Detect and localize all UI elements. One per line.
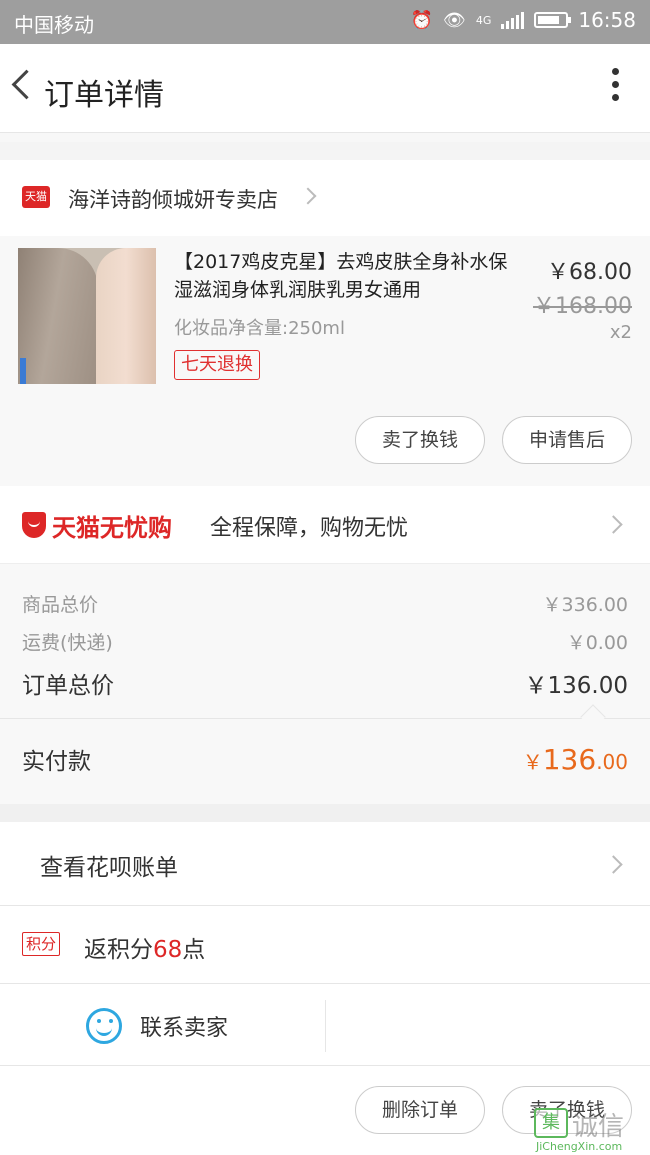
paid-integer: 136 xyxy=(542,743,597,776)
more-options-icon[interactable] xyxy=(608,68,622,108)
clock: 16:58 xyxy=(578,8,636,32)
points-tag: 积分 xyxy=(22,932,61,956)
paid-currency: ￥ xyxy=(522,750,543,774)
chevron-right-icon xyxy=(299,187,317,205)
goods-total-value: ￥336.00 xyxy=(542,594,628,616)
signal-icon xyxy=(501,11,525,29)
store-name: 海洋诗韵倾城妍专卖店 xyxy=(68,188,278,212)
section-divider xyxy=(0,804,650,822)
goods-total-row: 商品总价 ￥336.00 xyxy=(22,590,628,617)
page-title: 订单详情 xyxy=(44,78,164,113)
watermark-url: JiChengXin.com xyxy=(536,1140,623,1153)
product-thumbnail[interactable] xyxy=(18,248,156,384)
guarantee-slogan: 全程保障，购物无忧 xyxy=(210,516,409,541)
divider xyxy=(325,1000,326,1052)
shipping-value: ￥0.00 xyxy=(566,632,628,654)
nav-bar: 订单详情 xyxy=(0,44,650,132)
shield-icon xyxy=(22,512,46,538)
points-row: 积分 返积分68点 xyxy=(0,906,650,984)
contact-seller-button[interactable]: 联系卖家 xyxy=(140,1010,228,1042)
chat-smile-icon[interactable] xyxy=(86,1008,122,1044)
points-value: 68 xyxy=(153,937,183,963)
paid-row: 实付款 ￥136.00 xyxy=(22,742,628,776)
product-name: 【2017鸡皮克星】去鸡皮肤全身补水保湿滋润身体乳润肤乳男女通用 xyxy=(174,251,508,301)
points-suffix: 点 xyxy=(182,937,206,963)
order-total-row: 订单总价 ￥136.00 xyxy=(22,666,628,700)
goods-total-label: 商品总价 xyxy=(22,594,99,616)
guarantee-brand: 天猫无忧购 xyxy=(52,514,172,542)
shipping-label: 运费(快递) xyxy=(22,632,113,654)
sell-for-cash-button[interactable]: 卖了换钱 xyxy=(355,416,485,464)
guarantee-row[interactable]: 天猫无忧购 全程保障，购物无忧 xyxy=(0,486,650,564)
quantity: x2 xyxy=(609,322,632,343)
return-policy-badge: 七天退换 xyxy=(174,350,260,380)
unit-price: ￥68.00 xyxy=(547,260,632,285)
chevron-right-icon xyxy=(604,855,623,874)
order-total-value: ￥136.00 xyxy=(524,673,628,699)
paid-label: 实付款 xyxy=(22,749,91,775)
after-sale-button[interactable]: 申请售后 xyxy=(502,416,632,464)
tmall-logo-icon: 天猫 xyxy=(22,186,50,208)
order-total-label: 订单总价 xyxy=(22,673,114,699)
paid-decimal: .00 xyxy=(596,750,628,774)
product-card[interactable]: 【2017鸡皮克星】去鸡皮肤全身补水保湿滋润身体乳润肤乳男女通用 化妆品净含量:… xyxy=(0,236,650,486)
huabei-bill-row[interactable]: 查看花呗账单 xyxy=(0,822,650,906)
points-prefix: 返积分 xyxy=(84,937,153,963)
status-icons: ⏰ 👁 4G 16:58 xyxy=(411,8,636,32)
alarm-icon: ⏰ xyxy=(410,9,433,31)
network-type: 4G xyxy=(475,13,492,27)
carrier-name: 中国移动 xyxy=(14,13,94,37)
store-row[interactable]: 天猫 海洋诗韵倾城妍专卖店 xyxy=(0,160,650,236)
original-price: ￥168.00 xyxy=(533,294,632,319)
eye-icon: 👁 xyxy=(442,9,466,31)
battery-icon xyxy=(534,12,572,28)
status-bar: 中国移动 ⏰ 👁 4G 16:58 xyxy=(0,0,650,44)
price-summary: 商品总价 ￥336.00 运费(快递) ￥0.00 订单总价 ￥136.00 实… xyxy=(0,564,650,804)
points-label: 返积分68点 xyxy=(84,930,205,964)
back-arrow-icon[interactable] xyxy=(6,64,36,108)
watermark-text: 诚信 xyxy=(572,1112,625,1142)
delete-order-button[interactable]: 删除订单 xyxy=(355,1086,485,1134)
caret-up-icon xyxy=(580,704,606,730)
divider xyxy=(0,718,650,719)
watermark-logo: 集 诚信 JiChengXin.com xyxy=(532,1106,650,1155)
paid-amount: ￥136.00 xyxy=(523,743,628,776)
huabei-label: 查看花呗账单 xyxy=(40,855,178,881)
shipping-row: 运费(快递) ￥0.00 xyxy=(22,628,628,655)
section-divider xyxy=(0,132,650,142)
contact-row: 联系卖家 xyxy=(0,984,650,1066)
product-spec: 化妆品净含量:250ml xyxy=(174,318,345,339)
watermark-mark: 集 xyxy=(534,1108,568,1138)
chevron-right-icon xyxy=(604,515,623,534)
